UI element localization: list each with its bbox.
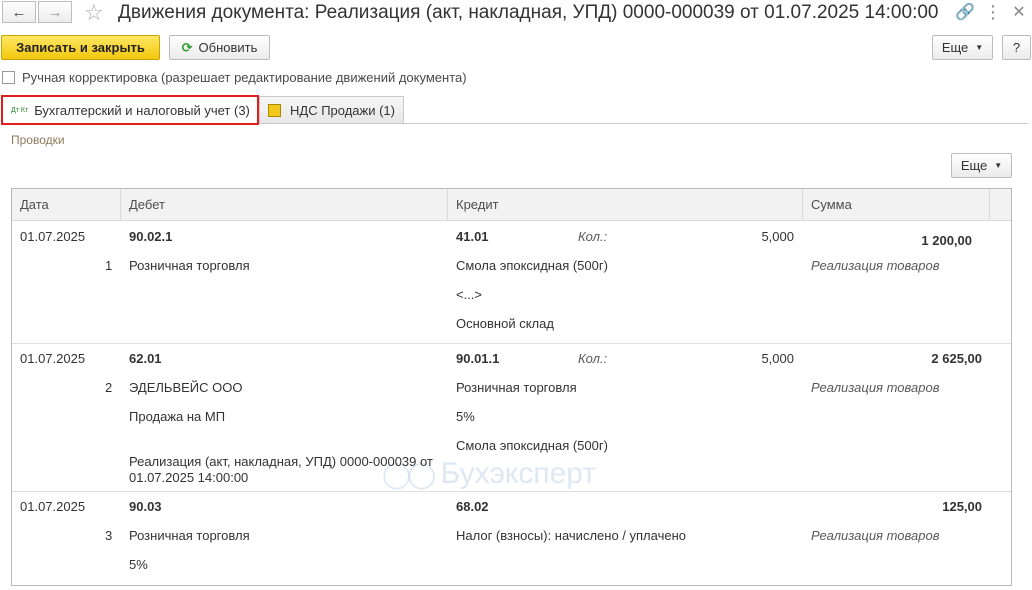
credit-subconto: Налог (взносы): начислено / уплачено (456, 528, 686, 543)
credit-account: 90.01.1 (456, 351, 500, 366)
debit-subconto: 01.07.2025 14:00:00 (129, 470, 249, 485)
column-date[interactable]: Дата (12, 189, 121, 220)
postings-table[interactable]: Дата Дебет Кредит Сумма ◯◯ Бухэксперт 01… (11, 188, 1012, 586)
favorite-star-icon[interactable]: ☆ (84, 0, 104, 26)
credit-subconto: Розничная торговля (456, 380, 577, 395)
table-more-label: Еще (960, 158, 988, 173)
column-debit[interactable]: Дебет (121, 189, 448, 220)
section-title: Проводки (11, 133, 65, 147)
debit-account: 90.03 (129, 499, 162, 514)
arrow-left-icon: ← (11, 3, 27, 21)
row-comment: Реализация товаров (811, 258, 940, 273)
debit-account: 90.02.1 (129, 229, 173, 244)
credit-account: 68.02 (456, 499, 489, 514)
qty-label: Кол.: (578, 229, 608, 244)
tab-accounting-label: Бухгалтерский и налоговый учет (3) (34, 102, 250, 118)
column-amount[interactable]: Сумма (803, 189, 990, 220)
debit-credit-icon: Дт Кт (11, 106, 29, 114)
more-vertical-icon[interactable]: ⋮ (982, 2, 1004, 23)
tab-vat-sales-label: НДС Продажи (1) (290, 103, 395, 118)
row-divider (12, 491, 1011, 492)
debit-subconto: Продажа на МП (129, 409, 226, 424)
row-number: 3 (105, 528, 113, 543)
refresh-icon: ⟳ (181, 39, 193, 55)
debit-subconto: 5% (129, 557, 148, 572)
link-icon[interactable]: 🔗 (954, 2, 976, 22)
refresh-label: Обновить (198, 40, 258, 55)
debit-account: 62.01 (129, 351, 162, 366)
arrow-right-icon: → (47, 3, 63, 21)
credit-subconto: Смола эпоксидная (500г) (456, 438, 608, 453)
row-date: 01.07.2025 (20, 499, 86, 514)
credit-subconto: 5% (456, 409, 475, 424)
row-comment: Реализация товаров (811, 528, 940, 543)
refresh-button[interactable]: ⟳ Обновить (169, 35, 270, 60)
scrollbar-corner (990, 189, 1011, 220)
row-divider (12, 343, 1011, 344)
debit-subconto: Реализация (акт, накладная, УПД) 0000-00… (129, 454, 433, 469)
close-icon[interactable]: ✕ (1008, 2, 1030, 22)
row-number: 1 (105, 258, 113, 273)
credit-subconto: Основной склад (456, 316, 554, 331)
debit-subconto: Розничная торговля (129, 258, 250, 273)
column-credit[interactable]: Кредит (448, 189, 803, 220)
more-button[interactable]: Еще ▼ (932, 35, 993, 60)
window-title: Движения документа: Реализация (акт, нак… (118, 2, 939, 23)
row-date: 01.07.2025 (20, 229, 86, 244)
qty-label: Кол.: (578, 351, 608, 366)
table-header: Дата Дебет Кредит Сумма (12, 189, 1011, 221)
dropdown-arrow-icon: ▼ (994, 161, 1003, 170)
tab-accounting[interactable]: Дт Кт Бухгалтерский и налоговый учет (3) (1, 95, 259, 125)
credit-qty: 5,000 (761, 229, 794, 244)
back-button[interactable]: ← (2, 1, 36, 23)
row-date: 01.07.2025 (20, 351, 86, 366)
row-amount: 2 625,00 (931, 351, 982, 366)
help-button[interactable]: ? (1002, 35, 1031, 60)
credit-account: 41.01 (456, 229, 489, 244)
row-amount: 125,00 (942, 499, 982, 514)
credit-qty: 5,000 (761, 351, 794, 366)
forward-button[interactable]: → (38, 1, 72, 23)
row-number: 2 (105, 380, 113, 395)
row-amount: 1 200,00 (921, 233, 972, 248)
debit-subconto: ЭДЕЛЬВЕЙС ООО (129, 380, 243, 395)
save-and-close-button[interactable]: Записать и закрыть (1, 35, 160, 60)
row-comment: Реализация товаров (811, 380, 940, 395)
dropdown-arrow-icon: ▼ (975, 43, 984, 52)
more-label: Еще (941, 40, 969, 55)
debit-subconto: Розничная торговля (129, 528, 250, 543)
credit-subconto: <...> (456, 287, 483, 302)
table-more-button[interactable]: Еще ▼ (951, 153, 1012, 178)
credit-subconto: Смола эпоксидная (500г) (456, 258, 608, 273)
manual-edit-checkbox[interactable] (2, 71, 15, 84)
tab-vat-sales[interactable]: НДС Продажи (1) (259, 96, 404, 124)
register-icon (268, 104, 281, 117)
manual-edit-label: Ручная корректировка (разрешает редактир… (22, 70, 467, 85)
